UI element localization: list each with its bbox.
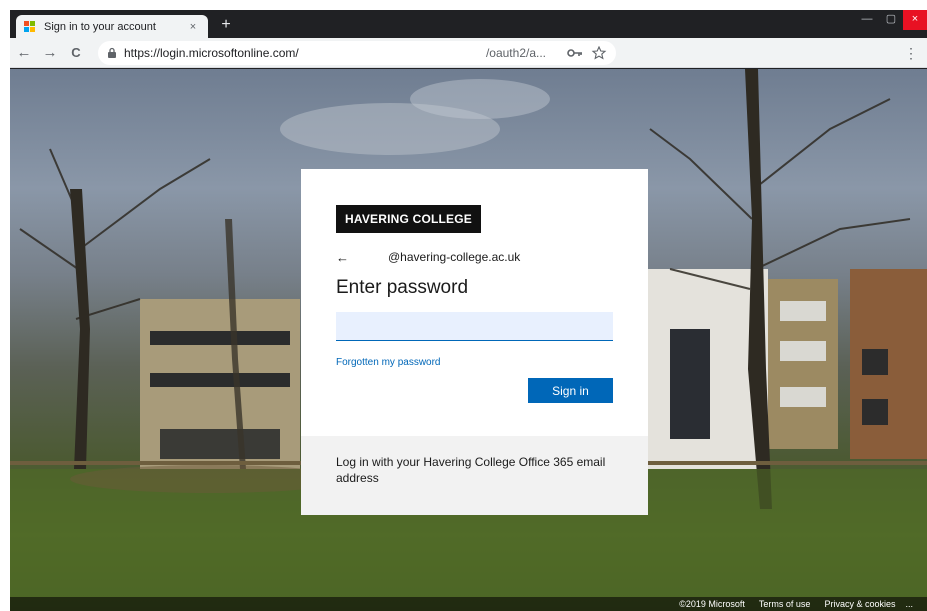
sign-in-info-panel: Log in with your Havering College Office… [301, 436, 648, 515]
more-options-icon[interactable]: ... [905, 599, 913, 609]
close-window-button[interactable]: × [903, 10, 927, 30]
privacy-cookies-link[interactable]: Privacy & cookies [824, 599, 895, 609]
browser-toolbar: ← → C https://login.microsoftonline.com/… [10, 38, 927, 68]
address-bar[interactable]: https://login.microsoftonline.com/ /oaut… [98, 41, 616, 65]
identity-email: @havering-college.ac.uk [388, 250, 521, 264]
window-controls: — ▢ × [855, 10, 927, 30]
tab-title: Sign in to your account [44, 20, 156, 33]
sign-in-button[interactable]: Sign in [528, 378, 613, 403]
sign-in-form: HAVERING COLLEGE ← @havering-college.ac.… [301, 169, 648, 436]
page-title: Enter password [336, 277, 469, 298]
identity-row: ← @havering-college.ac.uk [336, 247, 613, 267]
forward-button[interactable]: → [38, 41, 62, 65]
url-text: https://login.microsoftonline.com/ [124, 46, 299, 60]
lock-icon [108, 47, 116, 58]
microsoft-logo-icon [24, 20, 36, 33]
minimize-button[interactable]: — [855, 10, 879, 30]
tab-close-icon[interactable]: × [186, 21, 200, 33]
maximize-button[interactable]: ▢ [879, 10, 903, 30]
page-content: HAVERING COLLEGE ← @havering-college.ac.… [10, 69, 927, 611]
tab-strip: Sign in to your account × + — ▢ × [10, 10, 927, 38]
back-arrow-icon[interactable]: ← [336, 250, 354, 265]
new-tab-button[interactable]: + [216, 15, 236, 35]
page-footer: ©2019 Microsoft Terms of use Privacy & c… [10, 597, 927, 611]
sign-in-card: HAVERING COLLEGE ← @havering-college.ac.… [301, 169, 648, 515]
bookmark-star-icon[interactable] [590, 46, 608, 60]
tab-sign-in[interactable]: Sign in to your account × [16, 15, 208, 38]
reload-button[interactable]: C [64, 41, 88, 65]
terms-of-use-link[interactable]: Terms of use [759, 599, 811, 609]
forgot-password-link[interactable]: Forgotten my password [336, 357, 613, 368]
browser-menu-icon[interactable]: ⋮ [903, 41, 919, 65]
havering-college-logo: HAVERING COLLEGE [336, 205, 481, 233]
key-icon[interactable] [566, 47, 584, 59]
back-button[interactable]: ← [12, 41, 36, 65]
sign-in-info-text: Log in with your Havering College Office… [336, 455, 606, 485]
copyright-text: ©2019 Microsoft [679, 599, 745, 609]
button-row: Sign in [336, 378, 613, 403]
url-tail: /oauth2/a... [485, 46, 546, 60]
browser-window: Sign in to your account × + — ▢ × ← → C … [10, 10, 927, 611]
password-input[interactable] [336, 312, 613, 341]
